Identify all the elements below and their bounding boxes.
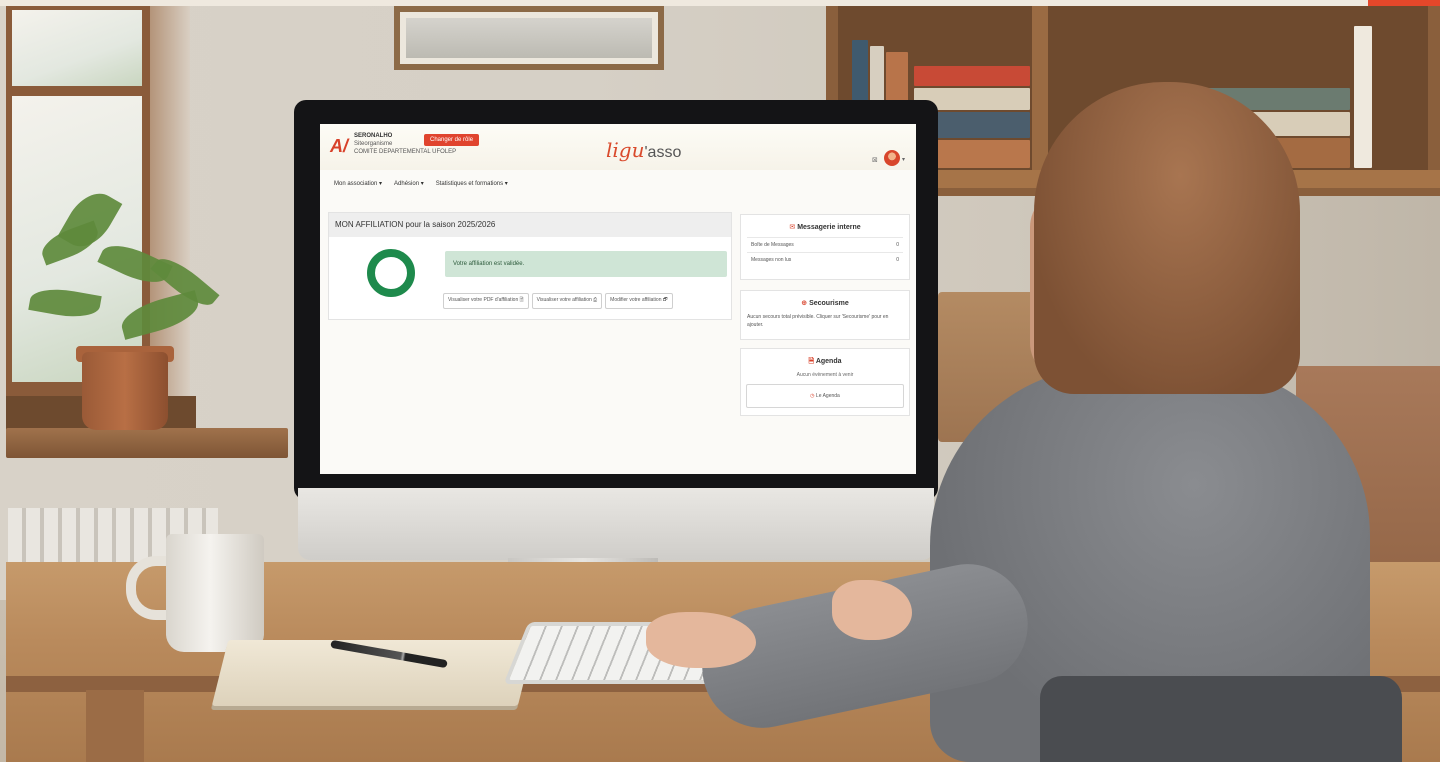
main-nav: Mon association ▾ Adhésion ▾ Statistique… xyxy=(334,180,508,187)
view-pdf-button[interactable]: Visualiser votre PDF d'affiliation 🗎 xyxy=(443,293,529,309)
messages-title: ✉ Messagerie interne xyxy=(789,224,861,231)
nav-item-association[interactable]: Mon association ▾ xyxy=(334,180,382,187)
secourisme-title: ⊕ Secourisme xyxy=(801,300,849,307)
agenda-button[interactable]: ◷ Le Agenda xyxy=(746,384,904,408)
nav-item-adhesion[interactable]: Adhésion ▾ xyxy=(394,180,424,187)
mail-icon: ✉ xyxy=(789,224,796,231)
agenda-title: 🗎 Agenda xyxy=(808,358,842,365)
affiliation-panel: MON AFFILIATION pour la saison 2025/2026… xyxy=(328,212,732,320)
monitor-screen: A/ SERONALHO Siteorganisme COMITE DEPART… xyxy=(320,124,916,474)
calendar-icon: 🗎 xyxy=(808,358,815,365)
monitor-chin xyxy=(298,488,934,560)
status-ring-icon xyxy=(367,249,415,297)
agenda-note: Aucun évènement à venir xyxy=(796,372,854,378)
window-sill xyxy=(6,428,288,458)
brand-logo: ligu'asso xyxy=(606,138,682,162)
affiliation-actions: Visualiser votre PDF d'affiliation 🗎 Vis… xyxy=(443,293,673,309)
org-logo: A/ xyxy=(330,136,348,156)
person-hair xyxy=(1034,82,1300,394)
view-affiliation-button[interactable]: Visualiser votre affiliation ⎙ xyxy=(531,293,603,309)
edit-affiliation-button[interactable]: Modifier votre affiliation 🗗 xyxy=(605,293,673,309)
secourisme-text: Aucun secours total prévisible. Cliquer … xyxy=(747,314,889,328)
secourisme-card: ⊕ Secourisme Aucun secours total prévisi… xyxy=(740,290,910,340)
messages-row[interactable]: Messages non lus 0 xyxy=(747,252,903,267)
org-committee: COMITE DEPARTEMENTAL UFOLEP xyxy=(354,149,457,155)
messages-card: ✉ Messagerie interne Boîte de Messages 0 … xyxy=(740,214,910,280)
agenda-card: 🗎 Agenda Aucun évènement à venir ◷ Le Ag… xyxy=(740,348,910,416)
app-header: A/ SERONALHO Siteorganisme COMITE DEPART… xyxy=(320,124,916,170)
wall-picture-frame xyxy=(394,6,664,70)
coffee-mug xyxy=(166,534,264,652)
chevron-down-icon[interactable]: ▾ xyxy=(902,156,905,163)
org-subtitle: Siteorganisme xyxy=(354,141,393,147)
plant-pot xyxy=(82,352,168,430)
home-office-scene: A/ SERONALHO Siteorganisme COMITE DEPART… xyxy=(0,0,1440,762)
org-name: SERONALHO xyxy=(354,133,393,139)
book xyxy=(1354,26,1372,168)
window-pane-top xyxy=(12,10,142,86)
notification-icon[interactable]: ⊠ xyxy=(872,156,878,164)
affiliation-status: Votre affiliation est validée. xyxy=(445,251,727,277)
messages-row[interactable]: Boîte de Messages 0 xyxy=(747,237,903,252)
book xyxy=(914,66,1030,86)
clock-icon: ◷ xyxy=(810,393,815,399)
desk-leg xyxy=(86,690,144,762)
change-role-button[interactable]: Changer de rôle xyxy=(424,134,480,146)
nav-item-statistics[interactable]: Statistiques et formations ▾ xyxy=(436,180,508,187)
user-avatar[interactable] xyxy=(884,150,900,166)
affiliation-title: MON AFFILIATION pour la saison 2025/2026 xyxy=(329,213,731,237)
office-chair xyxy=(1040,676,1402,762)
first-aid-icon: ⊕ xyxy=(801,300,808,307)
